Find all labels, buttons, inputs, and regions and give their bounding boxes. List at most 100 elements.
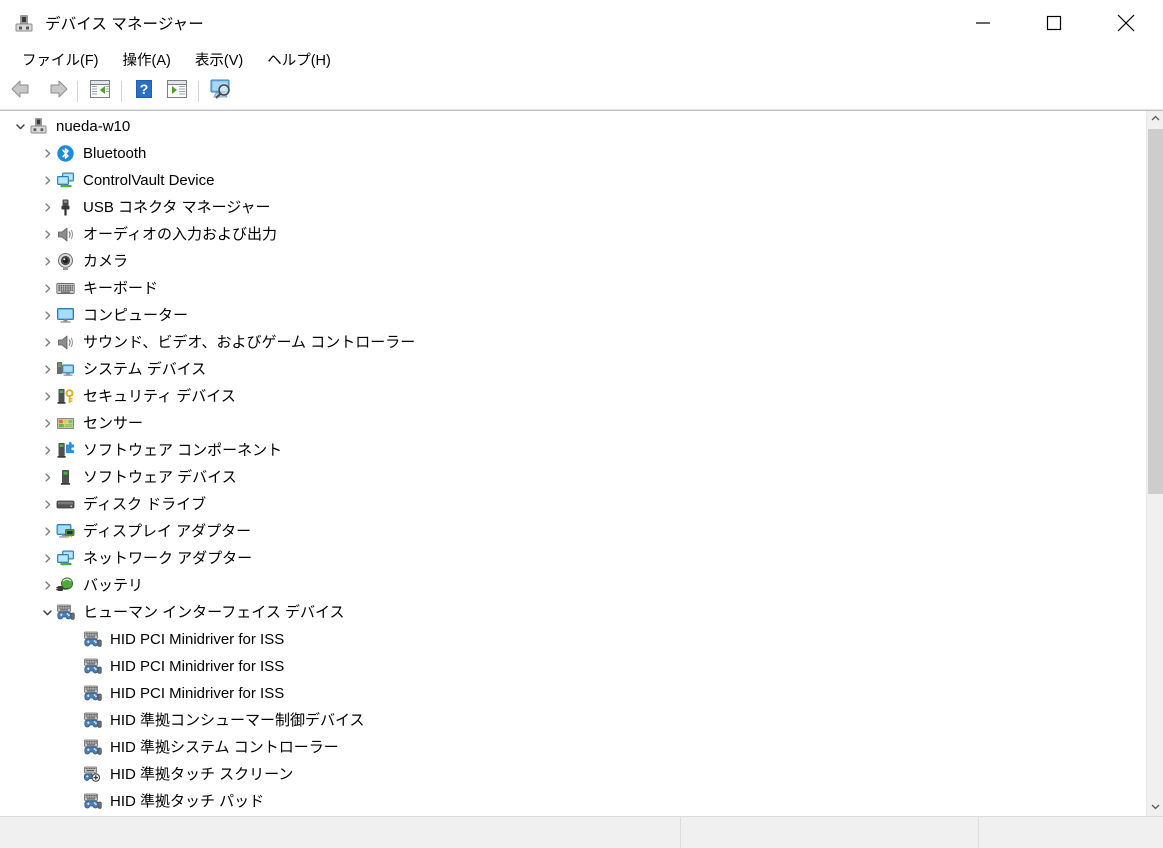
disk-drive-icon	[56, 495, 75, 514]
tree-twisty-placeholder	[66, 788, 83, 815]
chevron-right-icon[interactable]	[39, 464, 56, 491]
tree-item[interactable]: HID 準拠コンシューマー制御デバイス	[0, 707, 1146, 734]
tree-item[interactable]: HID 準拠システム コントローラー	[0, 734, 1146, 761]
tree-item[interactable]: ヒューマン インターフェイス デバイス	[0, 599, 1146, 626]
tree-item[interactable]: ネットワーク アダプター	[0, 545, 1146, 572]
close-button[interactable]	[1103, 0, 1149, 45]
computer-root-icon	[29, 117, 48, 136]
tree-item[interactable]: カメラ	[0, 248, 1146, 275]
tree-item-label: ディスプレイ アダプター	[83, 523, 252, 540]
toolbar-separator-1	[77, 81, 78, 102]
chevron-right-icon[interactable]	[39, 572, 56, 599]
tree-item-label: ソフトウェア コンポーネント	[83, 442, 283, 459]
tree-item[interactable]: オーディオの入力および出力	[0, 221, 1146, 248]
tree-item[interactable]: バッテリ	[0, 572, 1146, 599]
toolbar-console-tree-button[interactable]	[83, 77, 116, 107]
tree-item-label: オーディオの入力および出力	[83, 226, 277, 243]
tree-twisty-placeholder	[66, 653, 83, 680]
chevron-right-icon[interactable]	[39, 491, 56, 518]
tree-item[interactable]: HID PCI Minidriver for ISS	[0, 680, 1146, 707]
network-adapter-icon	[56, 171, 75, 190]
chevron-right-icon[interactable]	[39, 383, 56, 410]
tree-item[interactable]: ソフトウェア デバイス	[0, 464, 1146, 491]
scroll-down-button[interactable]	[1147, 799, 1163, 816]
tree-item[interactable]: セキュリティ デバイス	[0, 383, 1146, 410]
tree-item-label: Bluetooth	[83, 145, 147, 162]
bluetooth-icon	[56, 144, 75, 163]
chevron-down-icon[interactable]	[12, 113, 29, 140]
sensor-icon	[56, 414, 75, 433]
menu-bar: ファイル(F) 操作(A) 表示(V) ヘルプ(H)	[0, 45, 1163, 74]
tree-item[interactable]: Bluetooth	[0, 140, 1146, 167]
device-tree[interactable]: nueda-w10 Bluetooth ControlVault Device USB…	[0, 111, 1146, 816]
tree-item[interactable]: nueda-w10	[0, 113, 1146, 140]
status-bar	[0, 816, 1163, 848]
tree-item[interactable]: USB コネクタ マネージャー	[0, 194, 1146, 221]
vertical-scrollbar[interactable]	[1146, 111, 1163, 816]
chevron-right-icon[interactable]	[39, 248, 56, 275]
chevron-right-icon[interactable]	[39, 167, 56, 194]
hid-icon	[83, 630, 102, 649]
maximize-button[interactable]	[1031, 0, 1077, 45]
chevron-right-icon[interactable]	[39, 545, 56, 572]
scrollbar-thumb[interactable]	[1148, 129, 1163, 494]
chevron-right-icon[interactable]	[39, 329, 56, 356]
menu-help[interactable]: ヘルプ(H)	[258, 46, 340, 74]
tree-item[interactable]: HID PCI Minidriver for ISS	[0, 653, 1146, 680]
tree-item[interactable]: ソフトウェア コンポーネント	[0, 437, 1146, 464]
tree-item[interactable]: システム デバイス	[0, 356, 1146, 383]
tree-item-label: HID PCI Minidriver for ISS	[110, 631, 285, 648]
toolbar-help-button[interactable]: ?	[127, 77, 160, 107]
tree-item-label: サウンド、ビデオ、およびゲーム コントローラー	[83, 334, 416, 351]
device-manager-icon	[13, 12, 35, 34]
show-hide-console-tree-icon	[89, 79, 111, 104]
tree-item-label: バッテリ	[83, 577, 144, 594]
chevron-right-icon[interactable]	[39, 518, 56, 545]
chevron-right-icon[interactable]	[39, 221, 56, 248]
toolbar-forward-button[interactable]	[39, 77, 72, 107]
tree-item-label: USB コネクタ マネージャー	[83, 199, 271, 216]
tree-item-label: セキュリティ デバイス	[83, 388, 236, 405]
tree-item-label: HID 準拠システム コントローラー	[110, 739, 339, 756]
tree-item[interactable]: ディスプレイ アダプター	[0, 518, 1146, 545]
toolbar-scan-hardware-button[interactable]	[204, 77, 237, 107]
software-component-icon	[56, 441, 75, 460]
chevron-right-icon[interactable]	[39, 356, 56, 383]
tree-twisty-placeholder	[66, 680, 83, 707]
menu-view[interactable]: 表示(V)	[186, 46, 252, 74]
monitor-icon	[56, 306, 75, 325]
window-title: デバイス マネージャー	[45, 15, 204, 33]
chevron-up-icon	[1150, 111, 1161, 129]
toolbar: ?	[0, 74, 1163, 110]
chevron-right-icon[interactable]	[39, 410, 56, 437]
tree-twisty-placeholder	[66, 626, 83, 653]
tree-item[interactable]: コンピューター	[0, 302, 1146, 329]
tree-item[interactable]: センサー	[0, 410, 1146, 437]
menu-action[interactable]: 操作(A)	[114, 46, 180, 74]
chevron-right-icon[interactable]	[39, 194, 56, 221]
caption-buttons	[960, 0, 1163, 45]
tree-item[interactable]: HID PCI Minidriver for ISS	[0, 626, 1146, 653]
scroll-up-button[interactable]	[1147, 111, 1163, 128]
tree-item-label: HID 準拠タッチ パッド	[110, 793, 265, 810]
tree-item[interactable]: ControlVault Device	[0, 167, 1146, 194]
toolbar-properties-button[interactable]	[160, 77, 193, 107]
toolbar-back-button[interactable]	[6, 77, 39, 107]
speaker-icon	[56, 225, 75, 244]
tree-item-label: カメラ	[83, 253, 129, 270]
tree-item[interactable]: キーボード	[0, 275, 1146, 302]
chevron-right-icon[interactable]	[39, 140, 56, 167]
tree-twisty-placeholder	[66, 734, 83, 761]
content-area: nueda-w10 Bluetooth ControlVault Device USB…	[0, 110, 1163, 816]
chevron-down-icon[interactable]	[39, 599, 56, 626]
back-arrow-icon	[10, 78, 36, 105]
tree-item[interactable]: ディスク ドライブ	[0, 491, 1146, 518]
minimize-button[interactable]	[960, 0, 1006, 45]
chevron-right-icon[interactable]	[39, 275, 56, 302]
tree-item[interactable]: サウンド、ビデオ、およびゲーム コントローラー	[0, 329, 1146, 356]
menu-file[interactable]: ファイル(F)	[13, 46, 108, 74]
chevron-right-icon[interactable]	[39, 302, 56, 329]
chevron-right-icon[interactable]	[39, 437, 56, 464]
tree-item[interactable]: HID 準拠タッチ パッド	[0, 788, 1146, 815]
tree-item[interactable]: HID 準拠タッチ スクリーン	[0, 761, 1146, 788]
